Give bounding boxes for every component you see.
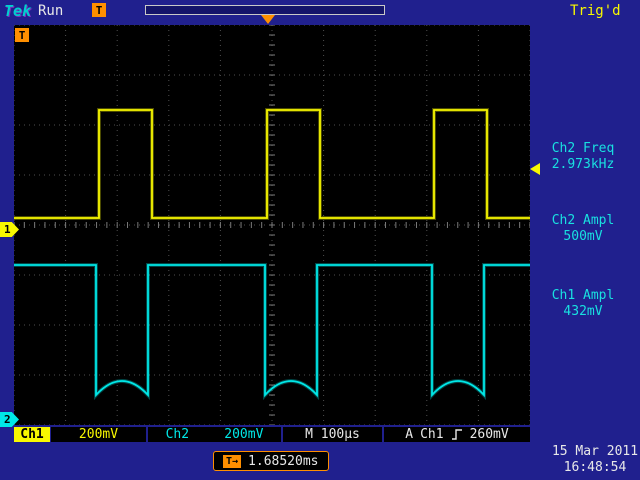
- waveform-display: [14, 25, 530, 425]
- date-text: 15 Mar 2011: [550, 444, 640, 460]
- timebase-readout: M 100µs: [283, 427, 382, 442]
- trigger-badge-icon: T: [92, 3, 106, 17]
- trigger-time-icon: T→: [223, 455, 241, 468]
- datetime-display: 15 Mar 2011 16:48:54: [550, 444, 640, 476]
- readout-ch2-freq: Ch2 Freq 2.973kHz: [528, 141, 638, 173]
- tek-logo: Tek: [4, 2, 31, 20]
- readout-value: 2.973kHz: [528, 157, 638, 173]
- readout-label: Ch1 Ampl: [528, 288, 638, 304]
- rising-slope-icon: [451, 429, 463, 440]
- graticule: [14, 25, 530, 425]
- readout-ch1-ampl: Ch1 Ampl 432mV: [528, 288, 638, 320]
- readout-value: 500mV: [528, 229, 638, 245]
- trigger-status: Trig'd: [570, 3, 621, 19]
- trigger-settings-readout: A Ch1 260mV: [384, 427, 530, 442]
- time-text: 16:48:54: [550, 460, 640, 476]
- readout-label: Ch2 Ampl: [528, 213, 638, 229]
- ch1-scale-value: 200mV: [51, 427, 146, 442]
- ch2-scale-value: 200mV: [224, 427, 263, 442]
- ch2-scale-readout: Ch2 200mV: [148, 427, 281, 442]
- ch1-scale-badge: Ch1: [14, 427, 50, 442]
- trigger-level-value: 260mV: [470, 427, 509, 442]
- readout-value: 432mV: [528, 304, 638, 320]
- readout-ch2-ampl: Ch2 Ampl 500mV: [528, 213, 638, 245]
- record-view-bar: [145, 5, 385, 15]
- acquisition-status: Run: [38, 3, 63, 19]
- oscilloscope-screen: Tek Run T Trig'd T 1 2 Ch2 Freq 2.973kHz…: [0, 0, 640, 480]
- trigger-position-marker-icon: [261, 15, 275, 24]
- readout-label: Ch2 Freq: [528, 141, 638, 157]
- trigger-time-readout: T→ 1.68520ms: [213, 451, 329, 471]
- trigger-marker: T: [15, 28, 29, 42]
- ch2-scale-label: Ch2: [166, 427, 189, 442]
- trigger-time-value: 1.68520ms: [248, 454, 318, 469]
- trigger-prefix: A: [405, 427, 413, 442]
- trigger-source: Ch1: [420, 427, 443, 442]
